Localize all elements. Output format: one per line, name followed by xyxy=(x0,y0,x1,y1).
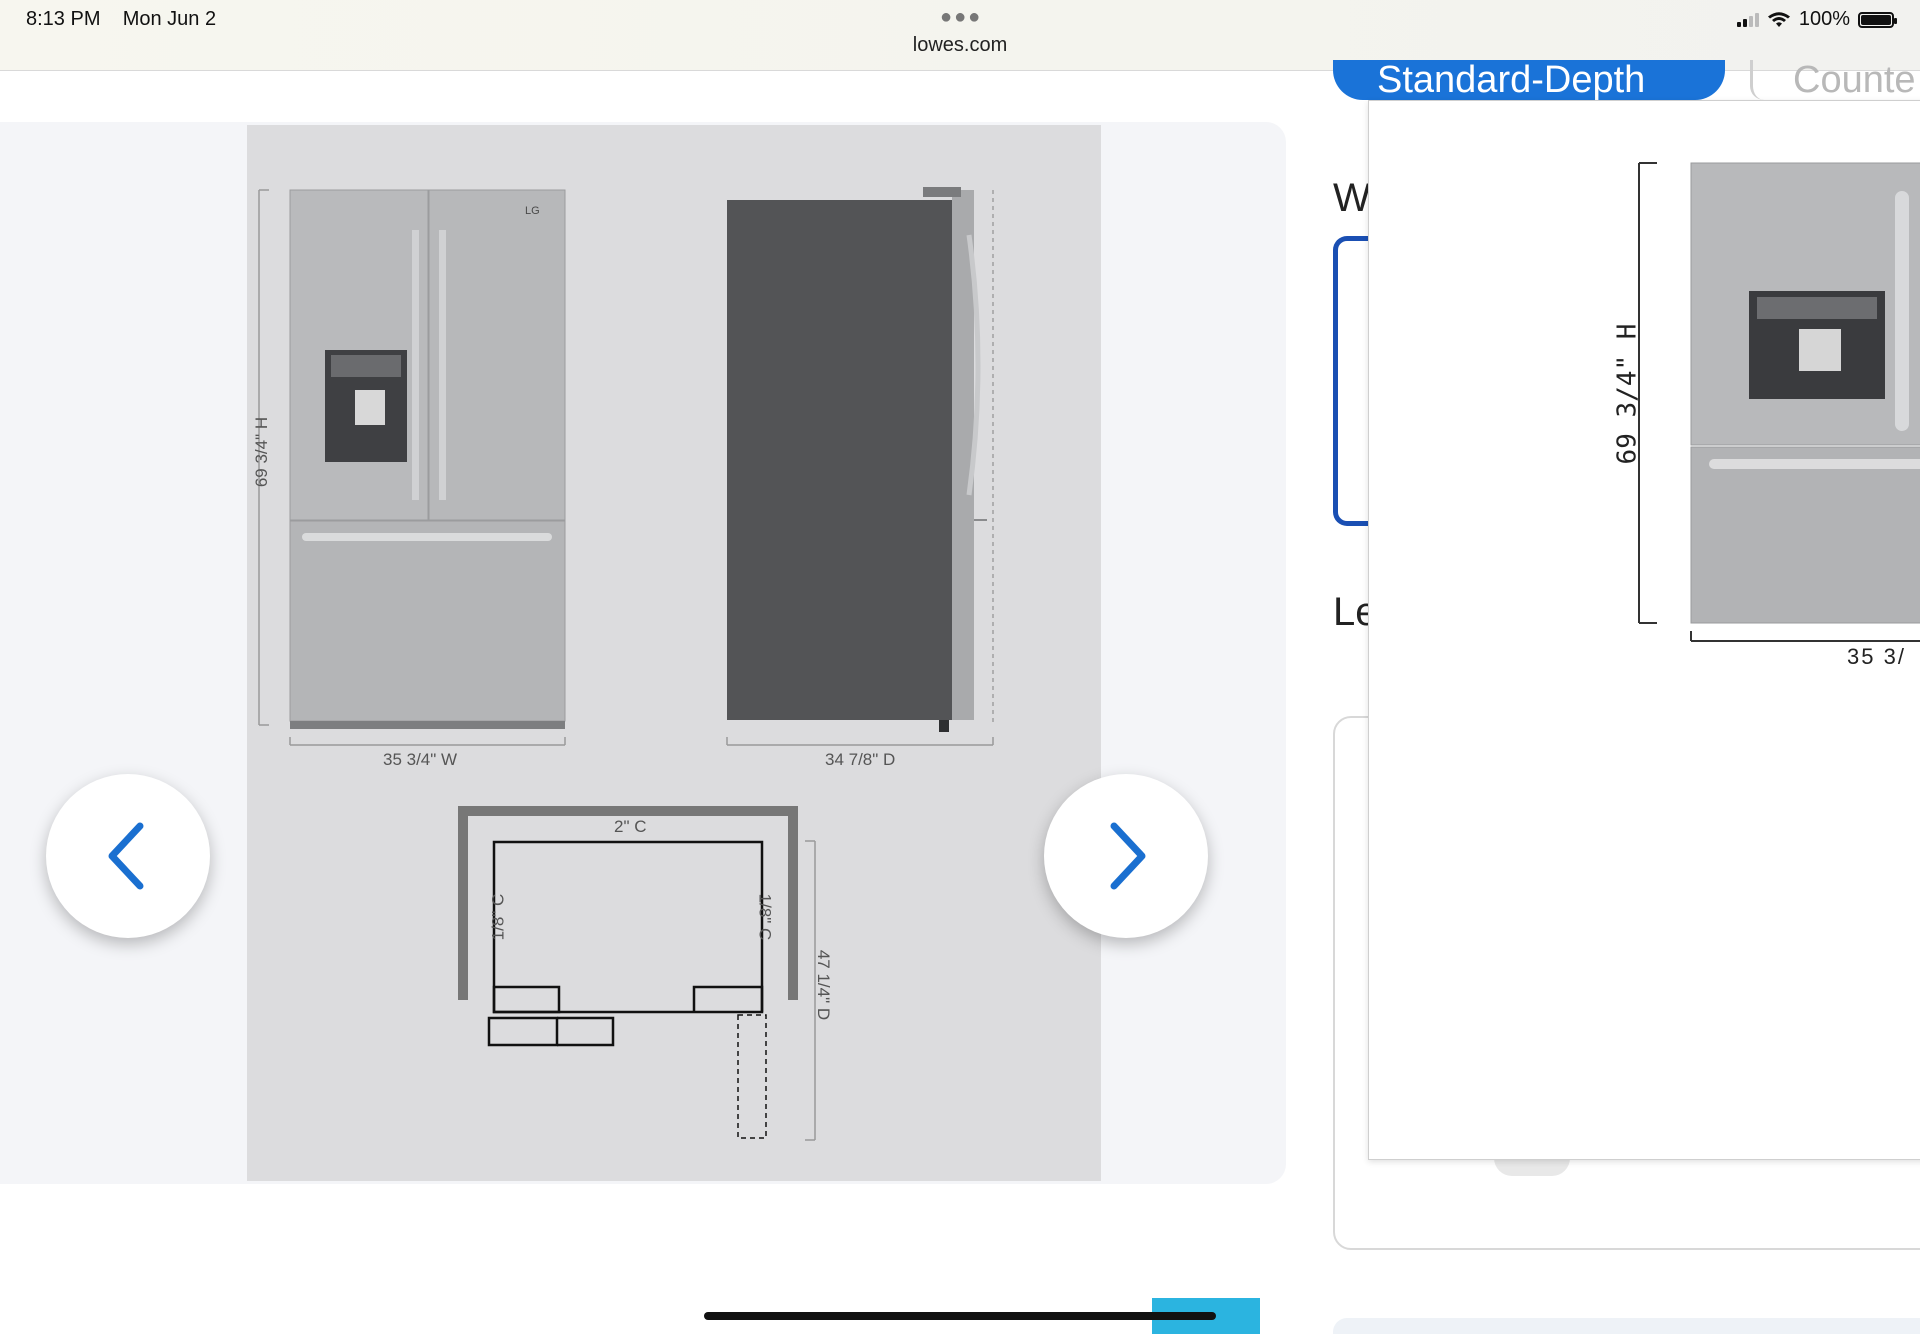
chevron-right-icon xyxy=(1110,822,1146,890)
popup-handle xyxy=(1494,1158,1570,1176)
dimension-depth: 34 7/8" D xyxy=(825,750,896,769)
zoomed-dimension-height: 69 3/4" H xyxy=(1612,323,1643,465)
zoomed-fridge-drawer xyxy=(1690,446,1920,624)
door-handle-right xyxy=(439,230,446,500)
more-dots-icon[interactable]: ●●● xyxy=(940,6,982,29)
battery-percent: 100% xyxy=(1798,8,1850,30)
image-zoom-popup[interactable]: 69 3/4" H 35 3/ xyxy=(1368,100,1920,1160)
fridge-side-body xyxy=(727,200,952,720)
standard-depth-label: Standard-Depth xyxy=(1377,60,1646,100)
fridge-front-upper-right xyxy=(428,189,566,521)
product-dimensions-image[interactable]: LG 69 3/4" H 35 3/4" W 34 7/8" D 2" C 1/… xyxy=(247,125,1101,1181)
dispenser-panel xyxy=(331,355,401,377)
logo-lg: LG xyxy=(525,205,540,217)
dimension-side-clearance-right: 1/8" C xyxy=(755,893,775,941)
section-heading-fragment: W xyxy=(1333,176,1371,220)
address-bar[interactable]: lowes.com xyxy=(0,34,1920,57)
dimension-side-clearance-left: 1/8" C xyxy=(488,893,508,941)
door-left-swing xyxy=(487,985,561,1047)
dimension-height: 69 3/4" H xyxy=(252,416,272,488)
freezer-drawer xyxy=(289,520,566,722)
door-right-open xyxy=(737,1014,767,1139)
dimension-top-clearance: 2" C xyxy=(614,817,647,836)
door-handle-left xyxy=(412,230,419,500)
fridge-side-top xyxy=(923,187,961,197)
time-label: 8:13 PM xyxy=(26,8,101,30)
home-indicator[interactable] xyxy=(704,1312,1216,1320)
status-right: 100% xyxy=(1736,8,1897,31)
wifi-icon xyxy=(1767,11,1790,27)
freezer-handle xyxy=(302,533,552,541)
previous-image-button[interactable] xyxy=(46,774,210,938)
cabinet-outline xyxy=(458,806,798,1000)
counter-depth-tab[interactable]: Counte xyxy=(1750,60,1920,100)
dimension-diagram xyxy=(258,187,994,1141)
next-image-button[interactable] xyxy=(1044,774,1208,938)
door-right-swing xyxy=(692,985,764,1012)
front-foot xyxy=(290,721,565,729)
counter-depth-label: Counte xyxy=(1793,60,1916,100)
chevron-left-icon xyxy=(108,822,144,890)
zoomed-fridge-image xyxy=(1638,162,1920,642)
status-time: 8:13 PM Mon Jun 2 xyxy=(26,8,216,31)
cellular-signal-icon xyxy=(1736,12,1759,27)
dispenser-nozzle xyxy=(355,390,385,425)
standard-depth-tab[interactable]: Standard-Depth xyxy=(1333,60,1725,100)
dimension-door-open-depth: 47 1/4" D xyxy=(814,949,834,1021)
zoomed-dimension-width: 35 3/ xyxy=(1847,644,1906,669)
date-label: Mon Jun 2 xyxy=(122,8,217,30)
battery-icon xyxy=(1858,11,1897,28)
bottom-card-edge xyxy=(1333,1318,1920,1334)
dimension-width: 35 3/4" W xyxy=(383,750,458,769)
